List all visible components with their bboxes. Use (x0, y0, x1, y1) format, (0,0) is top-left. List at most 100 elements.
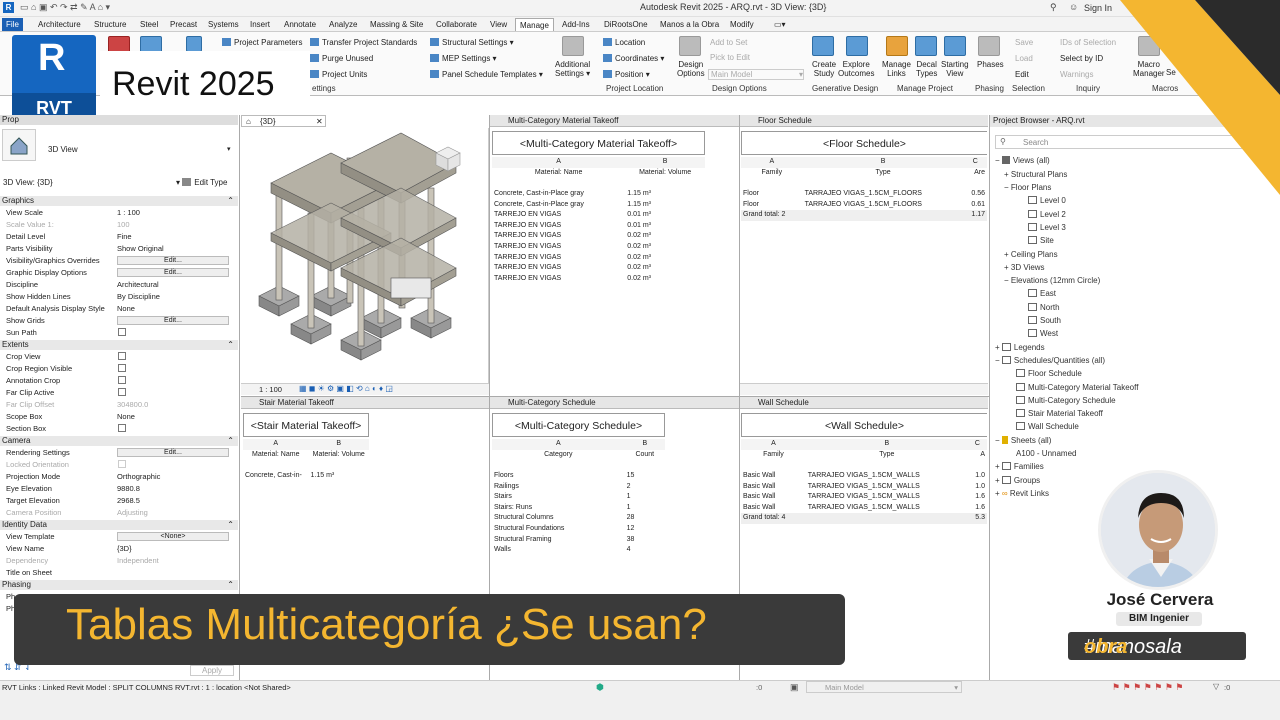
type-selector-dropdown[interactable]: ▾ (227, 145, 231, 153)
rendering-edit-button[interactable]: Edit... (117, 448, 229, 457)
table-row[interactable]: TARREJO EN VIGAS 0.02 m³ (492, 231, 705, 242)
tree-stair-takeoff[interactable]: Stair Material Takeoff (1016, 409, 1103, 418)
tree-mcs[interactable]: Multi-Category Schedule (1016, 396, 1116, 405)
edit-selection-button[interactable]: Edit (1015, 70, 1029, 79)
sun-path-checkbox[interactable] (118, 328, 126, 336)
table-row[interactable]: Floors 15 (492, 471, 665, 482)
tab-dirootsone[interactable]: DiRootsOne (600, 18, 652, 31)
purge-unused-button[interactable]: Purge Unused (310, 54, 373, 63)
project-parameters-button[interactable]: Project Parameters (222, 38, 302, 47)
pick-to-edit-button[interactable]: Pick to Edit (710, 53, 750, 62)
table-row[interactable]: Floor TARRAJEO VIGAS_1.5CM_FLOORS 0.56 (741, 189, 987, 200)
show-grids-edit-button[interactable]: Edit... (117, 316, 229, 325)
table-row[interactable]: Structural Columns 28 (492, 513, 665, 524)
column-header[interactable]: Material: Volume (625, 168, 705, 179)
tree-north[interactable]: North (1028, 303, 1060, 312)
explore-outcomes-button[interactable]: Explore Outcomes (838, 60, 874, 78)
quick-access-toolbar[interactable]: ▭ ⌂ ▣ ↶ ↷ ⇄ ✎ A ⌂ ▾ (20, 2, 110, 13)
prop-value[interactable]: Architectural (117, 280, 159, 289)
far-clip-checkbox[interactable] (118, 388, 126, 396)
tree-elevations[interactable]: − Elevations (12mm Circle) (1004, 276, 1100, 285)
view-control-icons[interactable]: ▦ ◼ ☀ ⚙ ▣ ◧ ⟲ ⌂ ◐ ♦ ◲ (299, 384, 393, 393)
table-row[interactable]: TARREJO EN VIGAS 0.01 m³ (492, 221, 705, 232)
tab-systems[interactable]: Systems (204, 18, 243, 31)
project-units-button[interactable]: Project Units (310, 70, 367, 79)
manage-links-button[interactable]: Manage Links (882, 60, 911, 78)
table-row[interactable]: TARREJO EN VIGAS 0.02 m³ (492, 252, 705, 263)
tab-analyze[interactable]: Analyze (325, 18, 361, 31)
tab-wall-schedule[interactable]: Wall Schedule (740, 397, 988, 409)
save-selection-button[interactable]: Save (1015, 38, 1033, 47)
tab-precast[interactable]: Precast (166, 18, 201, 31)
structural-settings-button[interactable]: Structural Settings ▾ (430, 38, 514, 47)
add-to-set-button[interactable]: Add to Set (710, 38, 747, 47)
tree-legends[interactable]: + Legends (995, 343, 1045, 352)
tab-file[interactable]: File (2, 18, 23, 31)
tab-manage[interactable]: Manage (515, 18, 554, 31)
tab-view[interactable]: View (486, 18, 511, 31)
tree-revit-links[interactable]: + ∞ Revit Links (995, 489, 1049, 498)
instance-selector[interactable]: 3D View: {3D} (3, 178, 53, 187)
view-template-button[interactable]: <None> (117, 532, 229, 541)
settings-icon[interactable] (186, 36, 202, 52)
tree-level-3[interactable]: Level 3 (1028, 223, 1066, 232)
phases-button[interactable]: Phases (977, 60, 1004, 69)
crop-view-checkbox[interactable] (118, 352, 126, 360)
tree-mcmt[interactable]: Multi-Category Material Takeoff (1016, 383, 1138, 392)
mep-settings-button[interactable]: MEP Settings ▾ (430, 54, 497, 63)
table-row[interactable]: Basic Wall TARRAJEO VIGAS_1.5CM_WALLS 1.6 (741, 492, 987, 503)
prop-value[interactable]: {3D} (117, 544, 132, 553)
tree-wall-schedule[interactable]: Wall Schedule (1016, 422, 1079, 431)
tree-site[interactable]: Site (1028, 236, 1054, 245)
tab-steel[interactable]: Steel (136, 18, 162, 31)
pane-divider[interactable] (241, 396, 989, 397)
tree-east[interactable]: East (1028, 289, 1056, 298)
group-phasing[interactable]: Phasing ⌃ (0, 580, 238, 590)
active-design-option-select[interactable]: Main Model ▾ (806, 681, 962, 693)
group-camera[interactable]: Camera ⌃ (0, 436, 238, 446)
tree-floor-plans[interactable]: − Floor Plans (1004, 183, 1051, 192)
table-row[interactable]: Floor TARRAJEO VIGAS_1.5CM_FLOORS 0.61 (741, 199, 987, 210)
table-row[interactable]: Grand total: 4 5.3 (741, 513, 987, 524)
3d-viewport[interactable] (241, 128, 489, 383)
group-extents[interactable]: Extents ⌃ (0, 340, 238, 350)
manage-links-icon[interactable] (886, 36, 908, 56)
tree-views[interactable]: − Views (all) (995, 156, 1050, 165)
group-graphics[interactable]: Graphics ⌃ (0, 196, 238, 206)
worksharing-icon[interactable]: ⬢ (596, 682, 604, 693)
panel-schedule-templates-button[interactable]: Panel Schedule Templates ▾ (430, 70, 543, 79)
prop-value[interactable]: 1 : 100 (117, 208, 140, 217)
group-identity-data[interactable]: Identity Data ⌃ (0, 520, 238, 530)
tree-groups[interactable]: + Groups (995, 476, 1040, 485)
table-row[interactable]: Stairs 1 (492, 492, 665, 503)
warnings-button[interactable]: Warnings (1060, 70, 1094, 79)
select-by-id-button[interactable]: Select by ID (1060, 54, 1103, 63)
vg-edit-button[interactable]: Edit... (117, 256, 229, 265)
crop-visible-checkbox[interactable] (118, 364, 126, 372)
table-row[interactable]: TARREJO EN VIGAS 0.02 m³ (492, 263, 705, 274)
col-letter[interactable]: A (492, 157, 626, 168)
tab-annotate[interactable]: Annotate (280, 18, 320, 31)
design-option-select[interactable]: Main Model ▾ (708, 69, 804, 80)
annotation-crop-checkbox[interactable] (118, 376, 126, 384)
tree-3d-views[interactable]: + 3D Views (1004, 263, 1045, 272)
prop-value[interactable]: Orthographic (117, 472, 160, 481)
apply-button[interactable]: Apply (190, 665, 234, 676)
prop-value[interactable]: 9880.8 (117, 484, 140, 493)
table-row[interactable]: Basic Wall TARRAJEO VIGAS_1.5CM_WALLS 1.6 (741, 503, 987, 514)
load-selection-button[interactable]: Load (1015, 54, 1033, 63)
table-row[interactable]: TARREJO EN VIGAS 0.01 m³ (492, 210, 705, 221)
tab-mcmt[interactable]: Multi-Category Material Takeoff (490, 115, 739, 127)
floor-scrollbar[interactable] (740, 383, 988, 395)
table-row[interactable]: Structural Foundations 12 (492, 524, 665, 535)
table-row[interactable]: Concrete, Cast-in-Place gray 1.15 m³ (492, 199, 705, 210)
tree-level-2[interactable]: Level 2 (1028, 210, 1066, 219)
tab-mcs[interactable]: Multi-Category Schedule (490, 397, 739, 409)
tree-a100[interactable]: A100 - Unnamed (1016, 449, 1076, 458)
prop-value[interactable]: Show Original (117, 244, 164, 253)
ribbon-options-icon[interactable]: ▭▾ (770, 18, 790, 31)
view-scale[interactable]: 1 : 100 (259, 385, 282, 394)
tree-level-0[interactable]: Level 0 (1028, 196, 1066, 205)
tab-modify[interactable]: Modify (726, 18, 758, 31)
tree-floor-schedule[interactable]: Floor Schedule (1016, 369, 1082, 378)
